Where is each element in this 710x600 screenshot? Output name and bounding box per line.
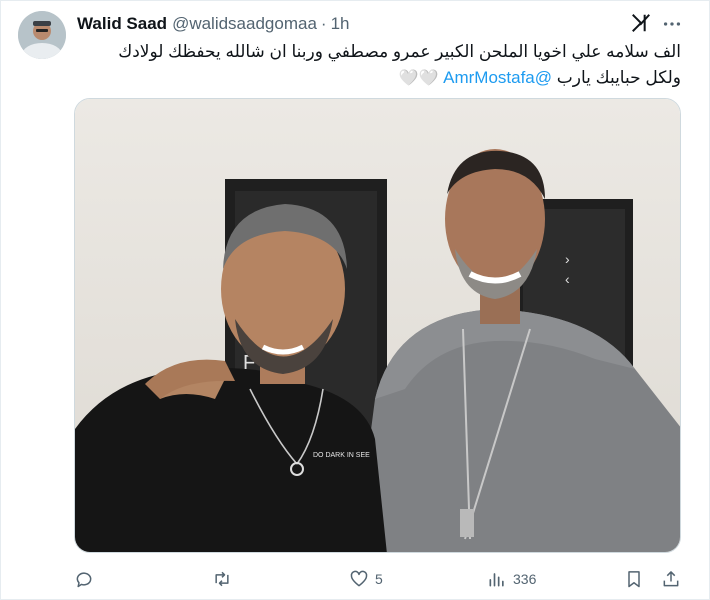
retweet-icon (215, 571, 229, 587)
heart-icon (350, 570, 368, 587)
svg-text:›: › (565, 251, 570, 267)
grok-icon[interactable] (630, 12, 652, 34)
share-button[interactable] (661, 567, 681, 591)
author-handle[interactable]: @walidsaadgomaa (172, 14, 317, 34)
tweet-text: الف سلامه علي اخويا الملحن الكبير عمرو م… (77, 39, 681, 92)
tweet-photo[interactable]: T F › ‹ DO DA (74, 98, 681, 553)
tweet-card[interactable]: Walid Saad @walidsaadgomaa · 1h الف سلام… (0, 0, 710, 600)
tweet-text-body: ولكل حبايبك يارب (556, 68, 681, 87)
svg-text:‹: ‹ (565, 271, 570, 287)
retweet-button[interactable] (212, 567, 238, 591)
tweet-header: Walid Saad @walidsaadgomaa · 1h (77, 13, 350, 35)
author-name[interactable]: Walid Saad (77, 14, 167, 34)
separator-dot: · (320, 14, 327, 33)
action-bar: 5 336 (74, 567, 684, 591)
bookmark-button[interactable] (624, 567, 644, 591)
views-icon (489, 573, 504, 587)
tweet-text-line-2: ولكل حبايبك يارب @AmrMostafa 🤍🤍 (77, 65, 681, 92)
more-icon[interactable] (661, 13, 683, 35)
white-heart-emoji: 🤍🤍 (398, 70, 439, 87)
views-button[interactable]: 336 (487, 567, 536, 591)
bookmark-icon (628, 571, 640, 588)
avatar[interactable] (18, 11, 66, 59)
like-button[interactable]: 5 (349, 567, 383, 591)
reply-icon (76, 572, 92, 588)
views-count: 336 (513, 571, 537, 587)
shirt-print-text: DO DARK IN SEE (313, 452, 370, 459)
mention-link[interactable]: @AmrMostafa (443, 68, 552, 87)
share-icon (663, 571, 679, 587)
like-count: 5 (375, 571, 383, 587)
tweet-text-line-1: الف سلامه علي اخويا الملحن الكبير عمرو م… (118, 42, 681, 61)
timestamp[interactable]: 1h (331, 14, 350, 34)
reply-button[interactable] (74, 567, 100, 591)
